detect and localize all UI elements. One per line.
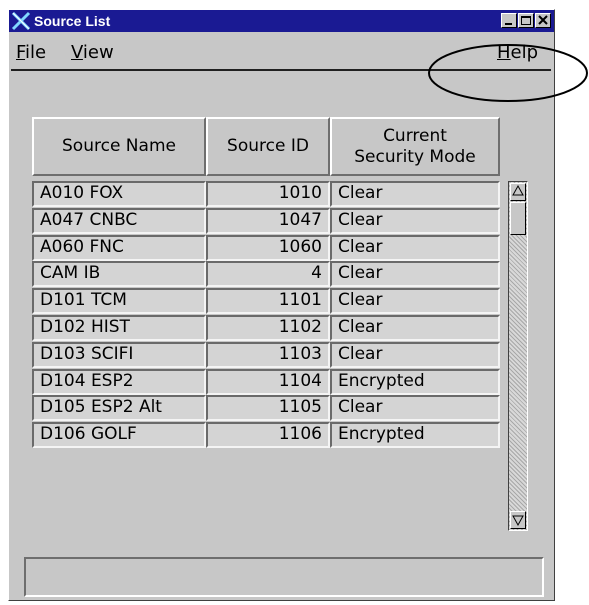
cell-source-name[interactable]: D101 TCM bbox=[32, 288, 206, 314]
vertical-scrollbar[interactable] bbox=[508, 181, 528, 531]
cell-source-id[interactable]: 1102 bbox=[206, 315, 330, 341]
scroll-down-button[interactable] bbox=[510, 511, 526, 529]
cell-security-mode[interactable]: Encrypted bbox=[330, 422, 500, 448]
cell-source-id[interactable]: 1060 bbox=[206, 235, 330, 261]
maximize-button[interactable] bbox=[518, 13, 534, 28]
cell-source-id[interactable]: 4 bbox=[206, 261, 330, 287]
header-source-name-label: Source Name bbox=[62, 136, 176, 156]
cell-source-name[interactable]: D106 GOLF bbox=[32, 422, 206, 448]
cell-source-id[interactable]: 1105 bbox=[206, 395, 330, 421]
menu-view-label: iew bbox=[82, 42, 114, 63]
menu-file-mnemonic: F bbox=[16, 42, 26, 63]
cell-security-mode[interactable]: Clear bbox=[330, 208, 500, 234]
menu-view-mnemonic: V bbox=[71, 42, 83, 63]
header-security-mode-line1: Current bbox=[383, 125, 447, 146]
cell-source-name[interactable]: D105 ESP2 Alt bbox=[32, 395, 206, 421]
header-source-name[interactable]: Source Name bbox=[32, 117, 206, 176]
header-security-mode[interactable]: Current Security Mode bbox=[330, 117, 500, 176]
menu-help-mnemonic: H bbox=[497, 42, 511, 63]
title-bar[interactable]: Source List bbox=[9, 10, 554, 32]
cell-security-mode[interactable]: Encrypted bbox=[330, 369, 500, 395]
x-app-icon bbox=[11, 11, 31, 31]
minimize-icon bbox=[505, 23, 512, 25]
close-button[interactable] bbox=[535, 13, 551, 28]
menu-bar: File View Help bbox=[11, 35, 551, 71]
header-source-id[interactable]: Source ID bbox=[206, 117, 330, 176]
arrow-down-icon bbox=[512, 515, 524, 527]
cell-source-id[interactable]: 1104 bbox=[206, 369, 330, 395]
cell-source-id[interactable]: 1047 bbox=[206, 208, 330, 234]
cell-security-mode[interactable]: Clear bbox=[330, 395, 500, 421]
window-title: Source List bbox=[34, 13, 111, 29]
menu-help[interactable]: Help bbox=[497, 42, 538, 63]
menu-help-label: elp bbox=[510, 42, 539, 63]
arrow-up-icon bbox=[512, 184, 524, 196]
menu-file-label: ile bbox=[25, 42, 47, 63]
header-source-id-label: Source ID bbox=[227, 136, 309, 156]
menu-file[interactable]: File bbox=[16, 42, 46, 63]
scroll-up-button[interactable] bbox=[510, 183, 526, 201]
header-security-mode-line2: Security Mode bbox=[354, 146, 476, 167]
close-icon bbox=[538, 15, 548, 25]
cell-source-name[interactable]: D102 HIST bbox=[32, 315, 206, 341]
cell-security-mode[interactable]: Clear bbox=[330, 315, 500, 341]
menu-view[interactable]: View bbox=[71, 42, 114, 63]
maximize-icon bbox=[521, 16, 531, 25]
cell-source-name[interactable]: CAM IB bbox=[32, 261, 206, 287]
cell-security-mode[interactable]: Clear bbox=[330, 342, 500, 368]
cell-source-id[interactable]: 1101 bbox=[206, 288, 330, 314]
cell-source-name[interactable]: D104 ESP2 bbox=[32, 369, 206, 395]
status-bar bbox=[24, 557, 544, 597]
cell-source-id[interactable]: 1103 bbox=[206, 342, 330, 368]
cell-security-mode[interactable]: Clear bbox=[330, 288, 500, 314]
cell-security-mode[interactable]: Clear bbox=[330, 235, 500, 261]
minimize-button[interactable] bbox=[501, 13, 517, 28]
cell-source-name[interactable]: A047 CNBC bbox=[32, 208, 206, 234]
cell-source-name[interactable]: D103 SCIFI bbox=[32, 342, 206, 368]
cell-source-id[interactable]: 1010 bbox=[206, 181, 330, 207]
cell-security-mode[interactable]: Clear bbox=[330, 261, 500, 287]
scroll-thumb[interactable] bbox=[510, 202, 526, 235]
cell-source-name[interactable]: A010 FOX bbox=[32, 181, 206, 207]
cell-source-id[interactable]: 1106 bbox=[206, 422, 330, 448]
cell-source-name[interactable]: A060 FNC bbox=[32, 235, 206, 261]
cell-security-mode[interactable]: Clear bbox=[330, 181, 500, 207]
